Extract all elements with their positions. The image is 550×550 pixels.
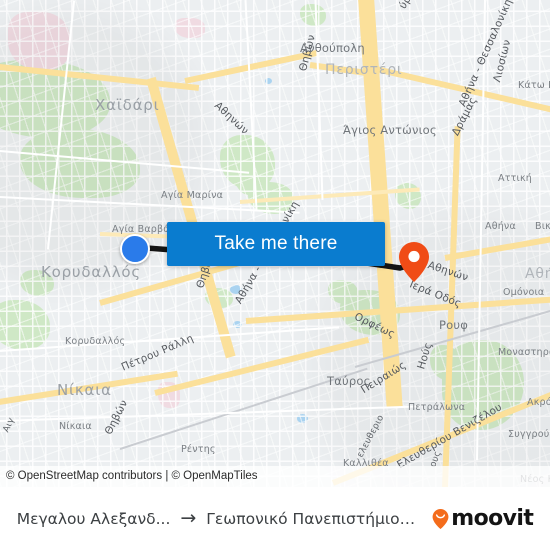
moovit-wordmark: moovit <box>451 506 534 531</box>
map-canvas[interactable]: Χαϊδάρι Ανθούπολη Περιστέρι Άγιος Αντώνιος Κ… <box>0 0 550 487</box>
origin-dot-icon[interactable] <box>120 234 150 264</box>
destination-pin-icon[interactable] <box>398 241 430 283</box>
moovit-pin-smile-icon <box>432 508 449 530</box>
footer-origin-label: Μεγαλου Αλεξανδ... <box>16 509 171 528</box>
moovit-route-widget: Χαϊδάρι Ανθούπολη Περιστέρι Άγιος Αντώνιος Κ… <box>0 0 550 550</box>
footer-destination-label: Γεωπονικό Πανεπιστήμιο Αθ... <box>206 509 419 528</box>
moovit-logo[interactable]: moovit <box>432 506 534 531</box>
route-footer: Μεγαλου Αλεξανδ... → Γεωπονικό Πανεπιστή… <box>0 487 550 550</box>
arrow-right-icon: → <box>180 507 197 529</box>
map-attribution[interactable]: © OpenStreetMap contributors | © OpenMap… <box>0 466 550 487</box>
take-me-there-button[interactable]: Take me there <box>167 222 385 266</box>
